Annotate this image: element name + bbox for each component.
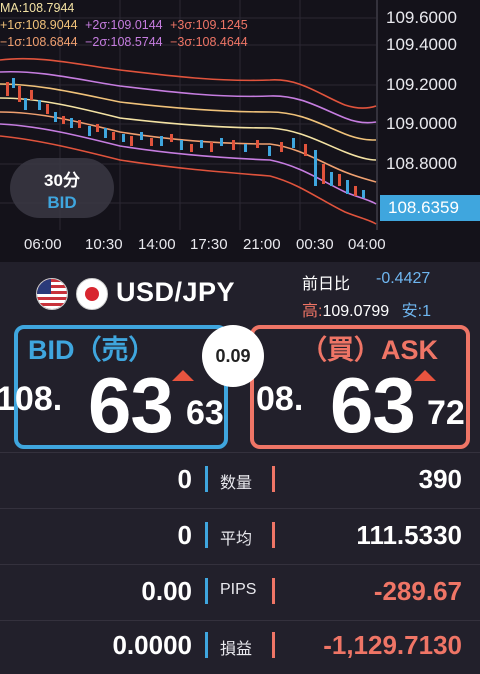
price-chart[interactable]: MA:108.7944 +1σ:108.9044 +2σ:109.0144 +3… — [0, 0, 480, 262]
ask-divider-bar — [272, 578, 275, 604]
ask-price-pips: 63 — [330, 361, 416, 449]
stats-row-profit-loss: 0.0000 損益 -1,129.7130 — [0, 618, 480, 674]
stats-row-quantity: 0 数量 390 — [0, 452, 480, 508]
ask-up-arrow-icon — [414, 370, 436, 381]
prev-day-change-label: 前日比 — [302, 276, 351, 293]
x-tick: 10:30 — [85, 236, 123, 253]
x-tick: 04:00 — [348, 236, 386, 253]
pips-label: PIPS — [220, 581, 257, 598]
average-right-value: 111.5330 — [356, 520, 462, 550]
prev-day-change-value: -0.4427 — [376, 270, 431, 287]
pips-left-value: 0.00 — [141, 576, 192, 606]
legend-plus1: +1σ:108.9044 — [0, 18, 78, 32]
profit-loss-right-value: -1,129.7130 — [323, 630, 462, 660]
bid-divider-bar — [205, 466, 208, 492]
bid-divider-bar — [205, 578, 208, 604]
average-left-value: 0 — [177, 520, 192, 550]
average-label: 平均 — [220, 531, 253, 548]
bid-up-arrow-icon — [172, 370, 194, 381]
period-interval: 30分 — [44, 171, 80, 190]
ask-divider-bar — [272, 466, 275, 492]
low-label: 安:1 — [401, 303, 431, 320]
bid-price-prefix: 108. — [0, 380, 63, 418]
legend-plus2: +2σ:109.0144 — [85, 18, 163, 32]
legend-minus3: −3σ:108.4644 — [170, 35, 248, 49]
bid-divider-bar — [205, 522, 208, 548]
ask-price-tail: 72 — [427, 394, 465, 432]
x-tick: 21:00 — [243, 236, 281, 253]
stats-row-pips: 0.00 PIPS -289.67 — [0, 564, 480, 620]
spread-badge: 0.09 — [202, 325, 264, 387]
profit-loss-label: 損益 — [220, 641, 253, 658]
legend-minus1: −1σ:108.6844 — [0, 35, 78, 49]
ask-divider-bar — [272, 632, 275, 658]
quantity-left-value: 0 — [177, 464, 192, 494]
y-tick: 109.2000 — [386, 75, 457, 94]
bid-price-pips: 63 — [88, 361, 174, 449]
x-tick: 00:30 — [296, 236, 334, 253]
indicator-legend: MA:108.7944 +1σ:108.9044 +2σ:109.0144 +3… — [0, 0, 252, 51]
stats-row-average: 0 平均 111.5330 — [0, 508, 480, 564]
bid-price-tail: 63 — [186, 394, 224, 432]
currency-pair-name[interactable]: USD/JPY — [116, 277, 235, 308]
quantity-right-value: 390 — [418, 464, 462, 494]
high-value: 109.0799 — [322, 303, 390, 320]
x-tick: 14:00 — [138, 236, 176, 253]
legend-plus3: +3σ:109.1245 — [170, 18, 248, 32]
quantity-label: 数量 — [220, 475, 253, 492]
y-tick: 109.0000 — [386, 114, 457, 133]
jp-flag-icon — [76, 278, 108, 310]
ask-price-prefix: 08. — [256, 380, 304, 418]
legend-minus2: −2σ:108.5744 — [85, 35, 163, 49]
period-side: BID — [47, 193, 77, 212]
band-plus3 — [0, 57, 377, 109]
x-tick: 06:00 — [24, 236, 62, 253]
high-label: 高: — [302, 303, 323, 320]
high-low-readout: 高:109.0799 安:1 — [302, 297, 431, 321]
period-selector[interactable]: 30分 BID — [10, 158, 114, 218]
ask-divider-bar — [272, 522, 275, 548]
y-tick: 108.8000 — [386, 154, 457, 173]
current-price-tag: 108.6359 — [380, 195, 480, 221]
pips-right-value: -289.67 — [373, 576, 462, 606]
legend-ma: MA:108.7944 — [0, 1, 75, 15]
y-tick: 109.4000 — [386, 35, 457, 54]
profit-loss-left-value: 0.0000 — [112, 630, 192, 660]
y-tick: 109.6000 — [386, 8, 457, 27]
us-flag-icon — [36, 278, 68, 310]
x-tick: 17:30 — [190, 236, 228, 253]
bid-divider-bar — [205, 632, 208, 658]
